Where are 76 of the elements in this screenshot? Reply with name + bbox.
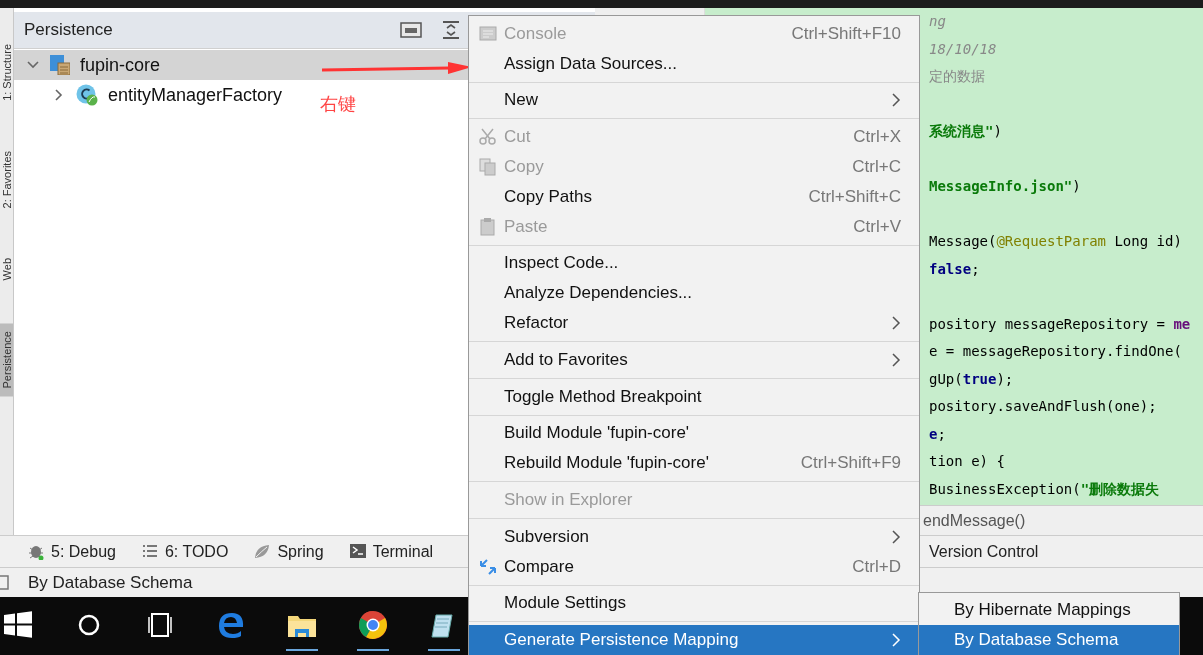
menu-item[interactable]: Refactor <box>469 308 919 338</box>
side-tab[interactable]: Persistence <box>0 322 13 397</box>
chevron-right-icon <box>891 529 901 544</box>
terminal-icon <box>349 543 366 560</box>
tool-tab[interactable]: Terminal <box>349 542 434 561</box>
code-line: BusinessException("删除数据失 <box>929 479 1161 499</box>
checkbox-icon <box>0 574 9 591</box>
compare-arrows-icon <box>479 557 497 576</box>
tool-tab[interactable]: Spring <box>254 542 324 561</box>
console-icon <box>479 24 497 43</box>
code-line: pository messageRepository = me <box>929 314 1192 334</box>
shortcut-text: Ctrl+D <box>852 556 901 577</box>
menu-item[interactable]: Inspect Code... <box>469 248 919 279</box>
code-line: e; <box>929 424 947 444</box>
query-console-icon <box>400 22 422 38</box>
leaf-icon <box>254 543 271 560</box>
tool-tab[interactable]: Version Control <box>925 542 1203 561</box>
menu-item[interactable]: Copy Paths Ctrl+Shift+C <box>469 182 919 212</box>
breadcrumb-item[interactable]: endMessage() <box>923 511 1026 530</box>
menu-item[interactable]: Analyze Dependencies... <box>469 278 919 309</box>
menu-item[interactable]: By Hibernate Mappings <box>919 595 1179 625</box>
code-line: 18/10/18 <box>929 39 998 59</box>
bug-icon <box>28 543 44 560</box>
windows-logo-icon <box>2 609 34 641</box>
code-line: gUp(true); <box>929 369 1015 389</box>
shortcut-text: Ctrl+V <box>853 216 901 237</box>
tool-tab[interactable]: 6: TODO <box>141 542 229 561</box>
code-line: tion e) { <box>929 452 1006 471</box>
side-tab[interactable]: Web <box>0 250 13 289</box>
spring-bean-icon <box>76 84 98 106</box>
tool-tab[interactable]: 5: Debug <box>28 542 116 561</box>
tool-tab-label: Spring <box>277 542 324 561</box>
chevron-right-icon <box>891 633 901 648</box>
shortcut-text: Ctrl+X <box>853 127 901 148</box>
menu-item[interactable]: Rebuild Module 'fupin-core' Ctrl+Shift+F9 <box>469 448 919 479</box>
chevron-right-icon <box>891 93 901 108</box>
tool-tab-label: Terminal <box>372 542 434 561</box>
code-line: ng <box>929 12 947 31</box>
code-line: Message(@RequestParam Long id) <box>929 232 1183 251</box>
panel-title: Persistence <box>24 20 113 40</box>
menu-item[interactable]: By Database Schema <box>919 625 1179 655</box>
copy-icon <box>479 158 497 177</box>
code-line: MessageInfo.json") <box>929 177 1082 196</box>
menu-item[interactable]: Add to Favorites <box>469 344 919 375</box>
status-text: By Database Schema <box>28 572 193 593</box>
chevron-right-icon <box>891 316 901 331</box>
chrome-icon <box>357 609 389 641</box>
collapse-all-icon <box>442 20 460 40</box>
tool-tab-label: 5: Debug <box>51 542 116 561</box>
menu-item[interactable]: Module Settings <box>469 588 919 619</box>
menu-item[interactable]: New <box>469 85 919 116</box>
code-line: pository.saveAndFlush(one); <box>929 397 1158 416</box>
menu-item[interactable]: Compare Ctrl+D <box>469 551 919 582</box>
code-line: e = messageRepository.findOne( <box>929 342 1183 361</box>
list-icon <box>141 543 158 560</box>
clipboard-icon <box>479 217 497 236</box>
scissors-icon <box>479 128 497 147</box>
shortcut-text: Ctrl+Shift+F9 <box>800 453 901 474</box>
shortcut-text: Ctrl+Shift+C <box>808 186 901 207</box>
code-line: 系统消息") <box>929 122 1003 141</box>
side-tab[interactable]: 1: Structure <box>0 36 13 109</box>
annotation-text: 右键 <box>320 92 356 116</box>
shortcut-text: Ctrl+Shift+F10 <box>791 23 901 44</box>
module-icon <box>50 55 70 75</box>
shortcut-text: Ctrl+C <box>852 157 901 178</box>
tool-tab-label: 6: TODO <box>164 542 229 561</box>
menu-item[interactable]: Toggle Method Breakpoint <box>469 381 919 412</box>
code-line: false; <box>929 259 981 279</box>
menu-item[interactable]: Generate Persistence Mapping <box>469 625 919 655</box>
code-line: 定的数据 <box>929 67 986 86</box>
menu-item[interactable]: Build Module 'fupin-core' <box>469 418 919 449</box>
tree-item[interactable]: entityManagerFactory <box>40 80 289 110</box>
tool-tab-label: Version Control <box>929 542 1039 561</box>
side-tab[interactable]: 2: Favorites <box>0 142 13 217</box>
chevron-right-icon <box>891 352 901 367</box>
menu-item[interactable]: Subversion <box>469 521 919 552</box>
